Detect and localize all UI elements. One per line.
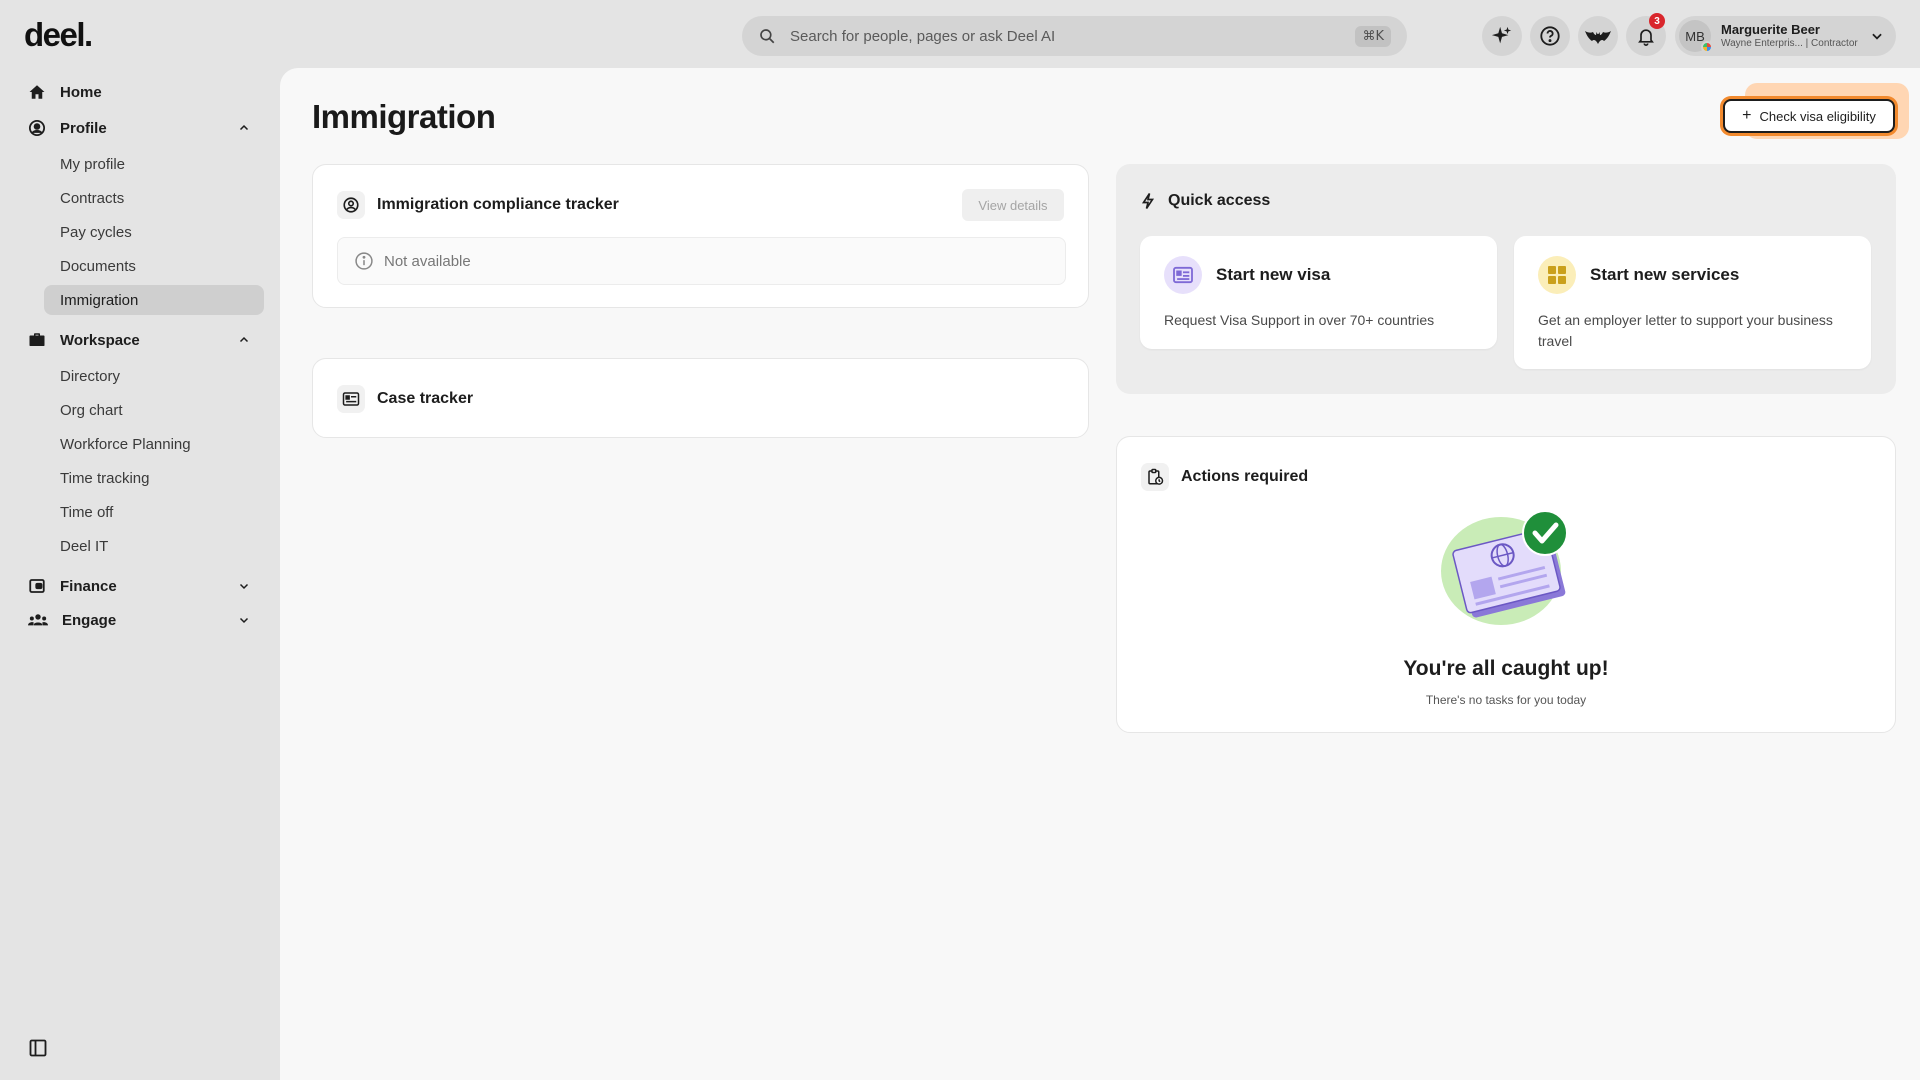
sidebar-item-label: Workforce Planning <box>60 435 191 453</box>
sidebar-item-time-tracking[interactable]: Time tracking <box>44 463 264 493</box>
sidebar-item-org-chart[interactable]: Org chart <box>44 395 264 425</box>
sidebar-item-label: Directory <box>60 367 121 385</box>
sidebar-item-label: Immigration <box>60 291 139 309</box>
search-bar[interactable]: Search for people, pages or ask Deel AI … <box>742 16 1407 56</box>
notification-badge: 3 <box>1649 13 1665 29</box>
sidebar-item-documents[interactable]: Documents <box>44 251 264 281</box>
user-menu[interactable]: MB Marguerite Beer Wayne Enterpris... | … <box>1675 16 1896 56</box>
card-title: Immigration compliance tracker <box>377 196 619 213</box>
workspace-switch-button[interactable] <box>1578 16 1618 56</box>
start-new-services-card[interactable]: Start new services Get an employer lette… <box>1514 236 1871 369</box>
card-title: Actions required <box>1181 468 1309 485</box>
chevron-up-icon <box>239 336 249 343</box>
sidebar-item-label: Time tracking <box>60 469 150 487</box>
deel-logo[interactable]: deel. <box>24 16 93 54</box>
view-details-button[interactable]: View details <box>962 189 1064 221</box>
card-title: Start new services <box>1590 265 1740 284</box>
help-icon <box>1540 26 1560 46</box>
sidebar-item-label: Home <box>60 83 102 101</box>
info-icon <box>355 252 373 270</box>
empty-state-subtitle: There's no tasks for you today <box>1425 693 1587 707</box>
help-button[interactable] <box>1530 16 1570 56</box>
status-text: Not available <box>384 252 471 270</box>
section-title: Quick access <box>1168 192 1271 209</box>
services-grid-icon <box>1538 256 1576 294</box>
sidebar-item-time-off[interactable]: Time off <box>44 497 264 527</box>
people-icon <box>28 614 48 626</box>
notifications-button[interactable]: 3 <box>1626 13 1666 56</box>
sidebar-item-profile[interactable]: Profile <box>28 117 250 139</box>
sidebar-item-label: Contracts <box>60 189 125 207</box>
main-content: Immigration + Check visa eligibility Imm… <box>280 68 1920 1080</box>
org-logo-icon <box>1701 41 1713 53</box>
chevron-down-icon <box>239 617 249 624</box>
clipboard-clock-icon <box>1141 463 1169 491</box>
sidebar-item-label: Deel IT <box>60 537 109 555</box>
passport-checkmark-illustration <box>1441 510 1568 625</box>
plus-icon: + <box>1742 107 1752 124</box>
card-description: Request Visa Support in over 70+ countri… <box>1164 312 1435 328</box>
search-shortcut: ⌘K <box>1355 25 1391 47</box>
sidebar-item-deel-it[interactable]: Deel IT <box>44 531 264 561</box>
wallet-icon <box>29 579 45 593</box>
case-tracker-card[interactable]: Case tracker <box>312 358 1089 438</box>
card-description: Get an employer letter to support your b… <box>1538 312 1833 349</box>
sidebar-item-pay-cycles[interactable]: Pay cycles <box>44 217 264 247</box>
quick-access-panel: Quick access Start new visa Request Visa… <box>1116 164 1896 394</box>
sidebar-item-label: Workspace <box>60 331 140 349</box>
lightning-icon <box>1141 193 1155 209</box>
search-icon <box>760 29 775 44</box>
chevron-up-icon <box>239 124 249 131</box>
start-new-visa-card[interactable]: Start new visa Request Visa Support in o… <box>1140 236 1497 349</box>
sidebar-item-workspace[interactable]: Workspace <box>28 329 250 351</box>
compliance-tracker-card: Immigration compliance tracker View deta… <box>312 164 1089 308</box>
home-icon <box>29 85 45 99</box>
page-title: Immigration <box>312 98 496 135</box>
sidebar-item-label: Engage <box>62 611 117 629</box>
briefcase-icon <box>29 333 45 346</box>
sidebar-item-label: Profile <box>60 119 107 137</box>
sidebar-item-label: Documents <box>60 257 136 275</box>
sidebar-item-directory[interactable]: Directory <box>44 361 264 391</box>
sidebar-item-workforce-planning[interactable]: Workforce Planning <box>44 429 264 459</box>
avatar-initials: MB <box>1685 28 1705 44</box>
user-subtitle: Wayne Enterpris... | Contractor <box>1721 37 1858 49</box>
empty-state-title: You're all caught up! <box>1403 657 1609 680</box>
sidebar-item-label: Org chart <box>60 401 123 419</box>
collapse-sidebar-button[interactable] <box>28 1038 48 1063</box>
card-title: Case tracker <box>377 390 474 407</box>
ai-sparkle-button[interactable] <box>1482 16 1522 56</box>
sidebar-item-label: Pay cycles <box>60 223 132 241</box>
button-label: Check visa eligibility <box>1759 108 1876 124</box>
actions-required-card: Actions required You're all caught up! T… <box>1116 436 1896 733</box>
user-circle-icon <box>28 119 46 137</box>
sidebar-item-home[interactable]: Home <box>28 81 250 103</box>
bat-icon <box>1585 31 1611 44</box>
sidebar-item-label: Time off <box>60 503 114 521</box>
user-name: Marguerite Beer <box>1721 21 1820 37</box>
sidebar-toggle-icon <box>29 1039 47 1057</box>
sidebar-item-finance[interactable]: Finance <box>28 575 250 597</box>
avatar: MB <box>1679 20 1713 53</box>
id-card-icon <box>337 385 365 413</box>
sidebar-item-my-profile[interactable]: My profile <box>44 149 264 179</box>
chevron-down-icon <box>1872 33 1882 40</box>
card-title: Start new visa <box>1216 265 1331 284</box>
check-visa-eligibility-button[interactable]: + Check visa eligibility <box>1723 99 1895 133</box>
visa-card-icon <box>1164 256 1202 294</box>
sidebar-item-immigration[interactable]: Immigration <box>44 285 264 315</box>
search-placeholder[interactable]: Search for people, pages or ask Deel AI <box>790 28 1355 45</box>
sidebar-item-label: My profile <box>60 155 126 173</box>
sidebar-item-label: Finance <box>60 577 117 595</box>
sparkle-icon <box>1491 26 1512 44</box>
chevron-down-icon <box>239 583 249 590</box>
sidebar-item-engage[interactable]: Engage <box>28 609 250 631</box>
sidebar-item-contracts[interactable]: Contracts <box>44 183 264 213</box>
user-circle-icon <box>337 191 365 219</box>
status-message: Not available <box>337 237 1066 285</box>
